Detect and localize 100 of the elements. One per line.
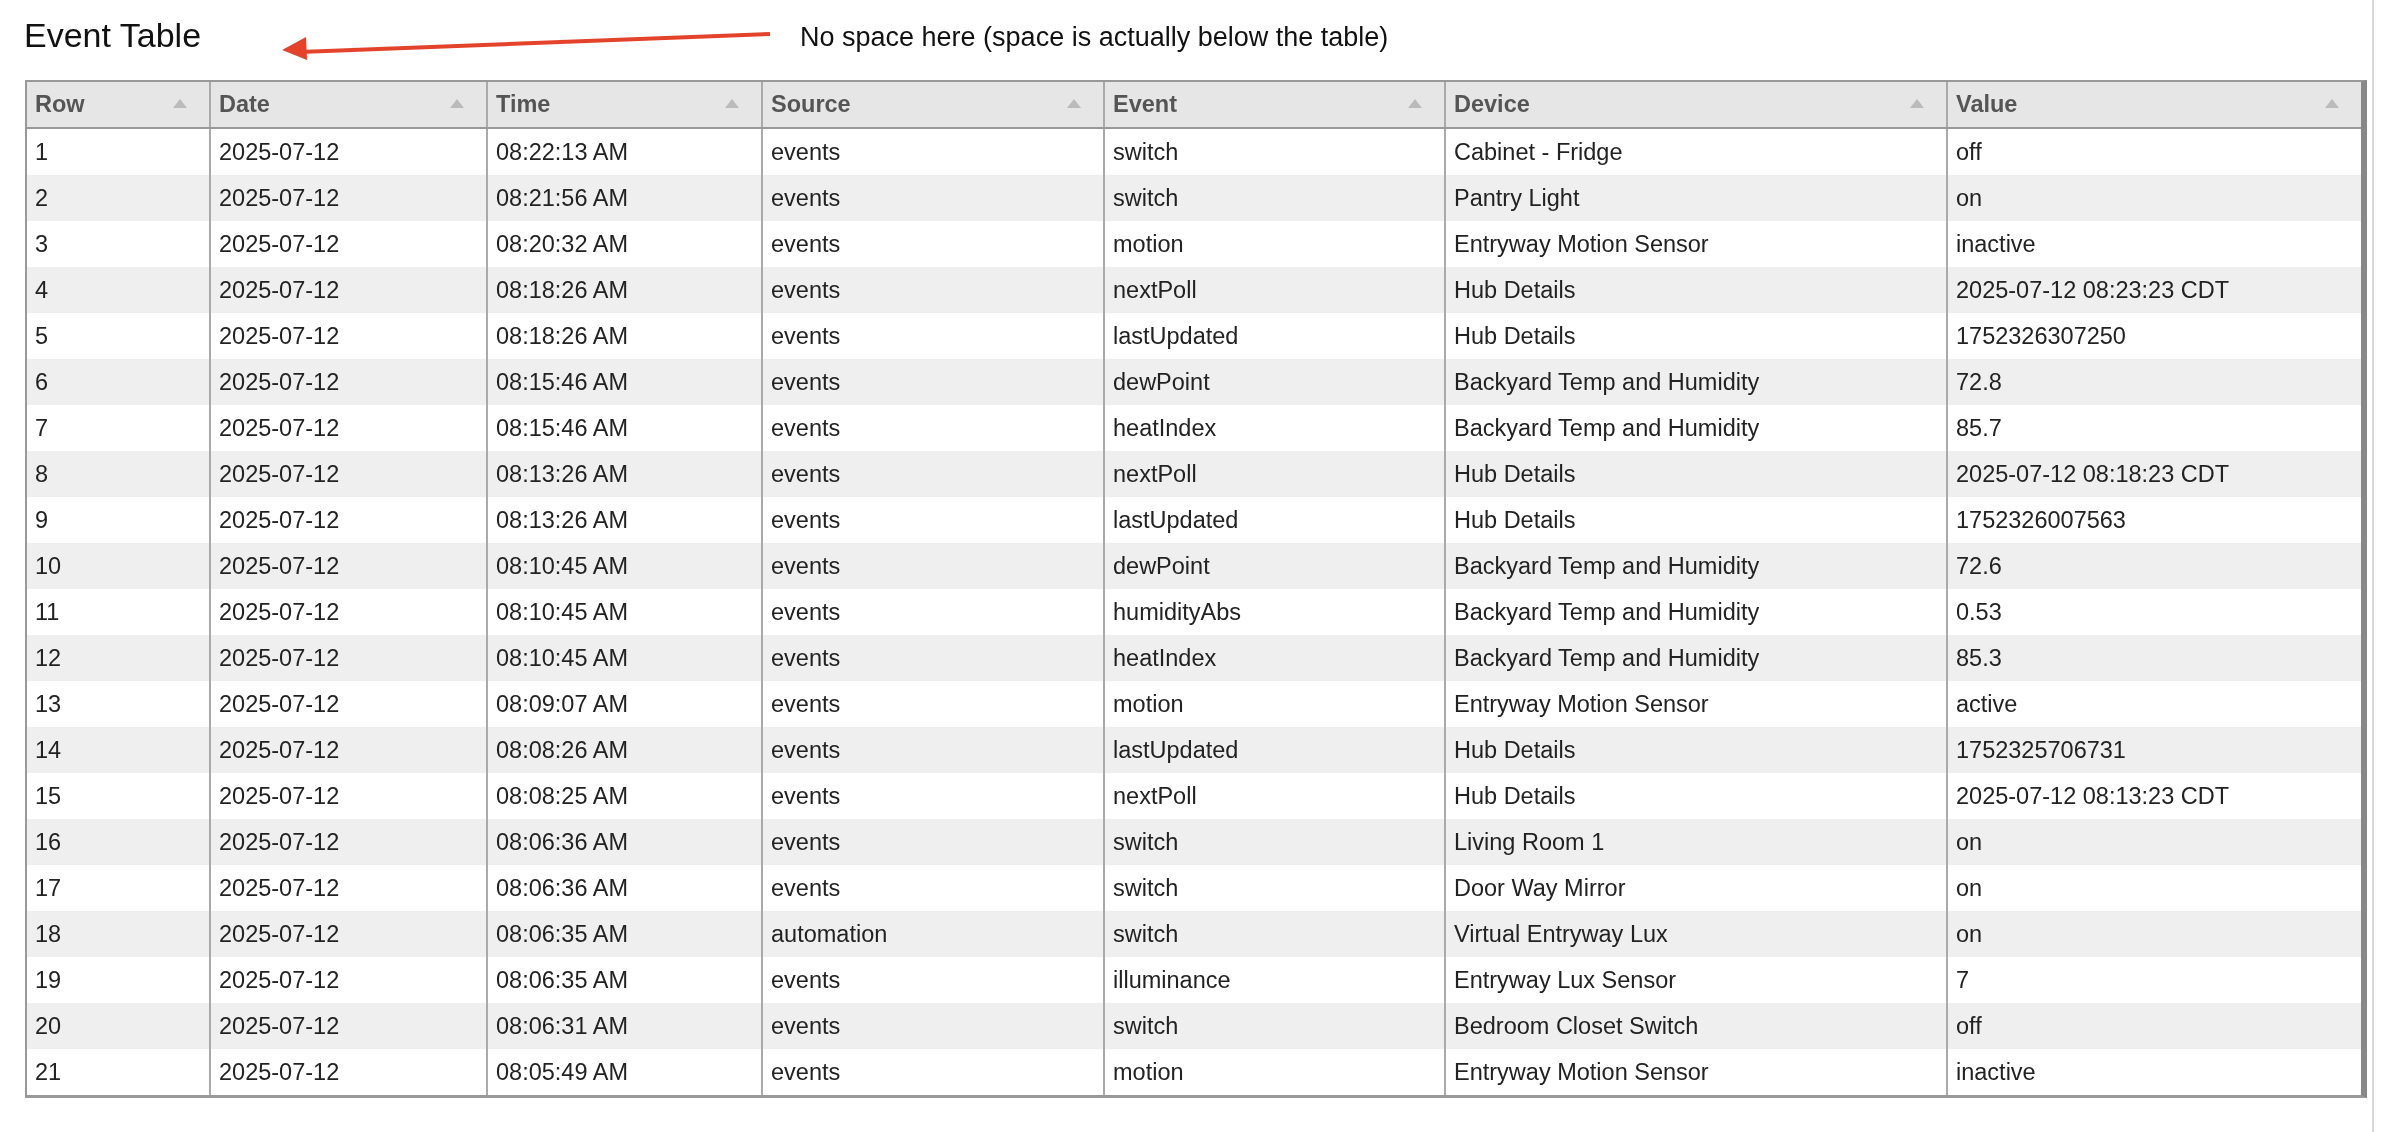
column-header[interactable]: Value [1947,82,2361,128]
table-cell: 2025-07-12 [210,267,487,313]
table-cell: 2025-07-12 [210,1049,487,1095]
column-header[interactable]: Event [1104,82,1445,128]
table-cell: 08:05:49 AM [487,1049,762,1095]
table-cell: 1752326007563 [1947,497,2361,543]
table-cell: 85.7 [1947,405,2361,451]
sort-icon [1067,99,1081,108]
table-cell: 2025-07-12 [210,543,487,589]
sort-icon [2325,99,2339,108]
table-cell: 21 [27,1049,210,1095]
table-cell: 20 [27,1003,210,1049]
table-cell: on [1947,175,2361,221]
table-cell: Backyard Temp and Humidity [1445,359,1947,405]
table-cell: Pantry Light [1445,175,1947,221]
column-header[interactable]: Device [1445,82,1947,128]
table-cell: 4 [27,267,210,313]
table-cell: events [762,1003,1104,1049]
table-cell: 08:10:45 AM [487,635,762,681]
sort-icon [725,99,739,108]
table-cell: Hub Details [1445,267,1947,313]
table-cell: inactive [1947,221,2361,267]
sort-icon [1408,99,1422,108]
table-cell: 12 [27,635,210,681]
table-cell: 72.6 [1947,543,2361,589]
column-header[interactable]: Date [210,82,487,128]
table-cell: Bedroom Closet Switch [1445,1003,1947,1049]
table-cell: Living Room 1 [1445,819,1947,865]
table-cell: 14 [27,727,210,773]
table-cell: 2025-07-12 08:18:23 CDT [1947,451,2361,497]
table-cell: 0.53 [1947,589,2361,635]
table-cell: 2025-07-12 08:13:23 CDT [1947,773,2361,819]
table-cell: 2025-07-12 [210,175,487,221]
table-cell: nextPoll [1104,451,1445,497]
table-cell: 08:06:31 AM [487,1003,762,1049]
table-cell: 7 [1947,957,2361,1003]
column-header[interactable]: Source [762,82,1104,128]
table-cell: 08:08:26 AM [487,727,762,773]
table-cell: events [762,451,1104,497]
table-cell: on [1947,865,2361,911]
table-cell: 10 [27,543,210,589]
table-cell: 2025-07-12 08:23:23 CDT [1947,267,2361,313]
table-cell: on [1947,819,2361,865]
annotation-text: No space here (space is actually below the table) [800,22,1389,53]
table-cell: events [762,175,1104,221]
table-cell: active [1947,681,2361,727]
table-cell: 08:10:45 AM [487,543,762,589]
table-cell: events [762,1049,1104,1095]
table-cell: 08:15:46 AM [487,359,762,405]
table-cell: motion [1104,1049,1445,1095]
table-cell: 2025-07-12 [210,727,487,773]
table-cell: Hub Details [1445,451,1947,497]
table-cell: 18 [27,911,210,957]
table-cell: 2 [27,175,210,221]
table-cell: switch [1104,819,1445,865]
table-cell: 2025-07-12 [210,1003,487,1049]
table-cell: 2025-07-12 [210,635,487,681]
page-title: Event Table [24,16,202,55]
table-cell: on [1947,911,2361,957]
table-cell: 85.3 [1947,635,2361,681]
table-cell: 1752325706731 [1947,727,2361,773]
table-cell: 2025-07-12 [210,911,487,957]
table-cell: 16 [27,819,210,865]
table-cell: lastUpdated [1104,727,1445,773]
table-cell: Backyard Temp and Humidity [1445,635,1947,681]
table-cell: off [1947,1003,2361,1049]
table-cell: events [762,635,1104,681]
table-cell: switch [1104,175,1445,221]
table-cell: automation [762,911,1104,957]
table-cell: 08:06:35 AM [487,911,762,957]
table-cell: 8 [27,451,210,497]
column-header[interactable]: Row [27,82,210,128]
table-cell: switch [1104,911,1445,957]
table-cell: 6 [27,359,210,405]
table-cell: inactive [1947,1049,2361,1095]
table-cell: Virtual Entryway Lux [1445,911,1947,957]
table-cell: nextPoll [1104,267,1445,313]
table-cell: events [762,359,1104,405]
column-header[interactable]: Time [487,82,762,128]
table-cell: 08:06:36 AM [487,819,762,865]
table-cell: 1752326307250 [1947,313,2361,359]
sort-icon [1910,99,1924,108]
table-cell: events [762,267,1104,313]
table-cell: 2025-07-12 [210,451,487,497]
table-cell: events [762,727,1104,773]
table-cell: events [762,543,1104,589]
table-cell: events [762,819,1104,865]
table-cell: dewPoint [1104,359,1445,405]
table-cell: 2025-07-12 [210,819,487,865]
table-cell: Entryway Motion Sensor [1445,1049,1947,1095]
table-cell: switch [1104,1003,1445,1049]
table-cell: 08:21:56 AM [487,175,762,221]
table-cell: off [1947,128,2361,175]
table-cell: 08:13:26 AM [487,451,762,497]
sort-icon [450,99,464,108]
table-cell: 2025-07-12 [210,359,487,405]
table-cell: dewPoint [1104,543,1445,589]
table-cell: Backyard Temp and Humidity [1445,543,1947,589]
table-cell: 72.8 [1947,359,2361,405]
table-cell: 08:18:26 AM [487,267,762,313]
